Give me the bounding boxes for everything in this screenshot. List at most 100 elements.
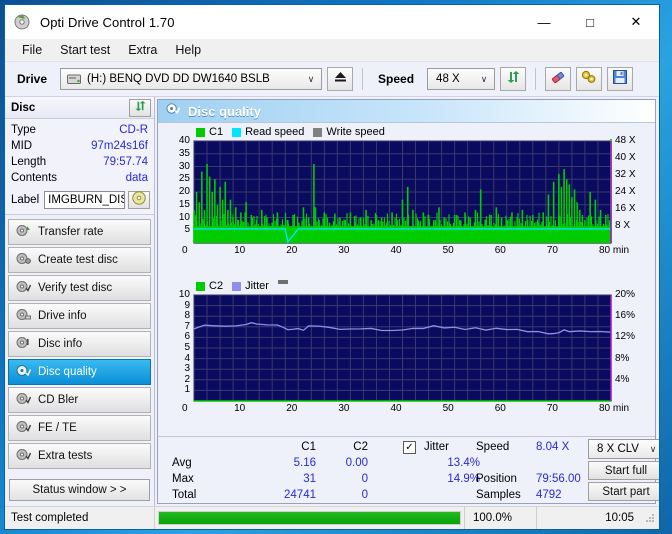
x-tick: 20 <box>286 245 298 256</box>
y-tick-left: 2 <box>184 373 190 385</box>
refresh-button[interactable] <box>500 67 527 91</box>
cd-icon <box>132 190 146 210</box>
legend-label-c2: C2 <box>209 280 224 292</box>
main-title: Disc quality <box>188 103 261 119</box>
speed-select[interactable]: 48 X ∨ <box>427 68 496 90</box>
y-tick-left: 5 <box>184 342 190 353</box>
progress-track <box>158 511 461 525</box>
sidebar-item-label: Drive info <box>38 310 87 322</box>
y-tick-right: 4% <box>615 373 630 385</box>
stats-row-key-avg: Avg <box>172 457 192 469</box>
y-tick-right: 32 X <box>615 169 636 180</box>
y-tick-right: 16 X <box>615 203 636 214</box>
sidebar-item-disc-quality[interactable]: Disc quality <box>8 359 151 385</box>
stats-avg-c2: 0.00 <box>345 457 368 469</box>
disc-fete-icon <box>16 420 32 436</box>
erase-button[interactable] <box>545 67 572 91</box>
toolbar-separator-2 <box>535 68 537 90</box>
save-button[interactable] <box>607 67 634 91</box>
x-tick: 80 min <box>599 245 630 256</box>
status-window-wrap: Status window > > <box>5 474 154 506</box>
disc-quality-icon <box>166 102 181 120</box>
sidebar-item-label: Create test disc <box>38 254 118 266</box>
x-tick: 30 <box>338 245 350 256</box>
y-tick-left: 40 <box>178 135 190 146</box>
speed-label: Speed <box>378 72 415 86</box>
sidebar-item-label: FE / TE <box>38 422 77 434</box>
maximize-button[interactable]: □ <box>567 5 613 39</box>
disc-key-type: Type <box>11 124 36 136</box>
disc-row-type: Type CD-R <box>11 122 148 138</box>
disc-create-icon <box>16 252 31 268</box>
status-window-button[interactable]: Status window > > <box>9 479 150 501</box>
x-tick: 50 <box>442 403 454 414</box>
tools-icon <box>581 70 597 89</box>
elapsed-time: 10:05 <box>605 512 634 524</box>
disc-properties: Type CD-R MID 97m24s16f Length 79:57.74 … <box>5 119 154 188</box>
start-full-button[interactable]: Start full <box>588 461 659 480</box>
sidebar-item-label: CD Bler <box>38 394 79 406</box>
sidebar-item-label: Disc info <box>38 338 83 350</box>
sidebar-item-verify-test-disc[interactable]: Verify test disc <box>8 275 151 301</box>
disc-info-icon <box>16 336 31 352</box>
progress-bar <box>155 507 465 529</box>
write-mode-select[interactable]: 8 X CLV ∨ <box>588 439 659 459</box>
legend-label-c1: C1 <box>209 126 224 138</box>
sidebar-item-cd-bler[interactable]: CD Bler <box>8 387 151 413</box>
sidebar-item-fe-te[interactable]: FE / TE <box>8 415 151 441</box>
y-tick-right: 40 X <box>615 152 636 163</box>
menu-extra[interactable]: Extra <box>119 41 166 59</box>
y-tick-left: 35 <box>178 147 190 159</box>
eject-button[interactable] <box>327 67 354 91</box>
y-tick-left: 25 <box>178 173 190 185</box>
sidebar: Disc Type CD-R MID 97m24s16f Length 79:5… <box>5 97 155 506</box>
x-tick: 0 <box>182 403 188 414</box>
close-button[interactable]: ✕ <box>613 5 659 39</box>
main-panel: Disc quality C1 Read speed Write speed 5… <box>157 99 659 504</box>
x-tick: 0 <box>182 245 188 256</box>
speed-value: 48 X <box>436 73 460 85</box>
start-part-button[interactable]: Start part <box>588 482 659 501</box>
refresh-icon <box>506 70 521 89</box>
chevron-down-icon: ∨ <box>307 73 315 84</box>
x-tick: 70 <box>546 403 558 414</box>
y-tick-left: 1 <box>184 384 190 396</box>
stats-max-c1: 31 <box>303 473 316 485</box>
disc-row-length: Length 79:57.74 <box>11 154 148 170</box>
sidebar-item-disc-info[interactable]: Disc info <box>8 331 151 357</box>
legend-label-read-speed: Read speed <box>245 126 305 138</box>
progress-percent: 100.0% <box>465 507 537 529</box>
menu-help[interactable]: Help <box>166 41 210 59</box>
app-icon <box>14 13 32 31</box>
eject-icon <box>333 70 348 88</box>
disc-label-button[interactable] <box>128 190 150 210</box>
sidebar-item-create-test-disc[interactable]: Create test disc <box>8 247 151 273</box>
disc-key-mid: MID <box>11 140 33 152</box>
jitter-checkbox[interactable]: ✓ <box>403 441 416 454</box>
drive-label: Drive <box>17 72 48 86</box>
disc-refresh-button[interactable] <box>129 98 151 117</box>
drive-select[interactable]: (H:) BENQ DVD DD DW1640 BSLB ∨ <box>60 68 323 90</box>
stats-row-key-total: Total <box>172 489 197 501</box>
y-tick-left: 3 <box>184 363 190 375</box>
y-tick-left: 20 <box>178 186 190 197</box>
minimize-button[interactable]: — <box>521 5 567 39</box>
disc-verify-icon <box>16 280 32 296</box>
menu-file[interactable]: File <box>13 41 51 59</box>
disc-label-input[interactable]: IMGBURN_DIS <box>44 191 125 209</box>
sidebar-item-transfer-rate[interactable]: Transfer rate <box>8 219 151 245</box>
x-tick: 40 <box>390 245 402 256</box>
legend-swatch-write-speed <box>313 127 323 137</box>
tools-button[interactable] <box>576 67 603 91</box>
sidebar-item-extra-tests[interactable]: Extra tests <box>8 443 151 469</box>
disc-value-length: 79:57.74 <box>103 156 148 168</box>
resize-grip-icon[interactable] <box>644 512 656 524</box>
chevron-down-icon: ∨ <box>480 73 488 84</box>
disc-row-mid: MID 97m24s16f <box>11 138 148 154</box>
disc-quality-icon <box>16 364 32 380</box>
menu-start-test[interactable]: Start test <box>51 41 119 59</box>
disc-value-contents: data <box>125 172 148 184</box>
sidebar-item-drive-info[interactable]: Drive info <box>8 303 151 329</box>
y-tick-left: 7 <box>184 320 190 332</box>
disc-row-contents: Contents data <box>11 170 148 186</box>
